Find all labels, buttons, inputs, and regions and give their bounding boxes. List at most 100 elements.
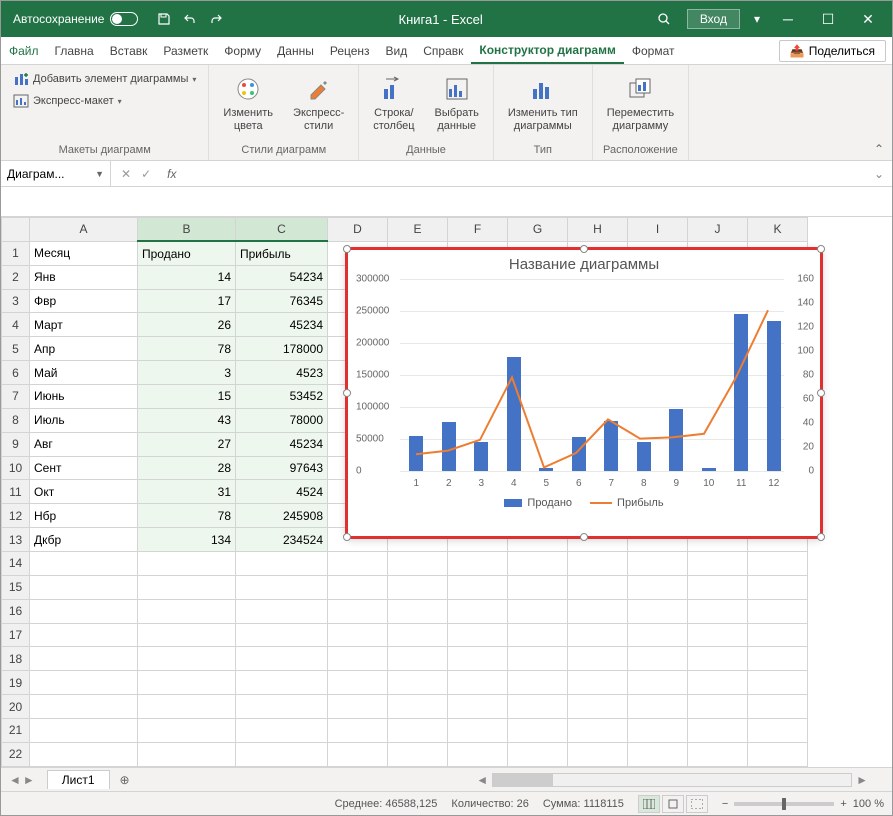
cell[interactable] (508, 575, 568, 599)
cell[interactable]: Прибыль (236, 241, 328, 265)
cell[interactable] (328, 623, 388, 647)
row-header[interactable]: 5 (2, 337, 30, 361)
cell[interactable] (328, 599, 388, 623)
cell[interactable]: 78 (138, 337, 236, 361)
cell[interactable] (328, 671, 388, 695)
cell[interactable]: Янв (30, 265, 138, 289)
chart-line[interactable] (400, 279, 784, 471)
cell[interactable]: Продано (138, 241, 236, 265)
tab-data[interactable]: Данны (269, 37, 322, 64)
ribbon-options-icon[interactable]: ▾ (746, 12, 768, 26)
cell[interactable] (30, 575, 138, 599)
cell[interactable] (688, 742, 748, 766)
close-button[interactable]: ✕ (848, 4, 888, 34)
cell[interactable]: Июль (30, 408, 138, 432)
resize-handle[interactable] (817, 389, 825, 397)
tab-help[interactable]: Справк (415, 37, 471, 64)
cell[interactable]: 4524 (236, 480, 328, 504)
cell[interactable]: 78000 (236, 408, 328, 432)
cell[interactable]: Нбр (30, 504, 138, 528)
autosave-toggle[interactable]: Автосохранение (5, 12, 146, 26)
cell[interactable]: 76345 (236, 289, 328, 313)
cell[interactable] (628, 719, 688, 743)
tab-layout[interactable]: Разметк (155, 37, 216, 64)
col-header[interactable]: J (688, 218, 748, 242)
cell[interactable] (138, 719, 236, 743)
cell[interactable] (748, 719, 808, 743)
col-header[interactable]: I (628, 218, 688, 242)
col-header[interactable]: F (448, 218, 508, 242)
expand-formula-icon[interactable]: ⌄ (866, 167, 892, 181)
row-header[interactable]: 18 (2, 647, 30, 671)
select-all-corner[interactable] (2, 218, 30, 242)
cell[interactable] (688, 623, 748, 647)
chart-object[interactable]: Название диаграммы 050000100000150000200… (345, 247, 823, 539)
search-icon[interactable] (647, 12, 681, 26)
row-header[interactable]: 9 (2, 432, 30, 456)
cell[interactable] (328, 552, 388, 576)
cell[interactable] (388, 575, 448, 599)
cell[interactable] (568, 575, 628, 599)
cell[interactable]: Май (30, 361, 138, 385)
cell[interactable] (236, 742, 328, 766)
cell[interactable] (688, 647, 748, 671)
view-page-layout-button[interactable] (662, 795, 684, 813)
add-chart-element-button[interactable]: Добавить элемент диаграммы ▾ (9, 69, 200, 89)
resize-handle[interactable] (817, 245, 825, 253)
cell[interactable] (30, 552, 138, 576)
cell[interactable] (748, 695, 808, 719)
cell[interactable]: Дкбр (30, 528, 138, 552)
row-header[interactable]: 15 (2, 575, 30, 599)
cell[interactable] (508, 647, 568, 671)
row-header[interactable]: 7 (2, 385, 30, 409)
cell[interactable] (328, 575, 388, 599)
cell[interactable] (236, 599, 328, 623)
cell[interactable] (236, 719, 328, 743)
minimize-button[interactable]: ─ (768, 4, 808, 34)
cell[interactable]: 43 (138, 408, 236, 432)
cell[interactable]: 45234 (236, 313, 328, 337)
cell[interactable] (138, 647, 236, 671)
cell[interactable] (568, 647, 628, 671)
cell[interactable]: 28 (138, 456, 236, 480)
cell[interactable] (30, 719, 138, 743)
cell[interactable] (628, 695, 688, 719)
row-header[interactable]: 12 (2, 504, 30, 528)
row-header[interactable]: 19 (2, 671, 30, 695)
save-icon[interactable] (156, 11, 172, 27)
horizontal-scrollbar[interactable] (492, 773, 852, 787)
tab-file[interactable]: Файл (1, 37, 47, 64)
cell[interactable] (388, 671, 448, 695)
cell[interactable] (448, 599, 508, 623)
cell[interactable] (388, 647, 448, 671)
cell[interactable]: Март (30, 313, 138, 337)
cell[interactable]: Июнь (30, 385, 138, 409)
cell[interactable] (30, 695, 138, 719)
cell[interactable] (236, 575, 328, 599)
cell[interactable] (236, 647, 328, 671)
col-header[interactable]: E (388, 218, 448, 242)
cell[interactable] (568, 552, 628, 576)
cell[interactable] (448, 719, 508, 743)
cell[interactable]: Апр (30, 337, 138, 361)
cell[interactable]: 26 (138, 313, 236, 337)
zoom-value[interactable]: 100 % (853, 798, 884, 810)
undo-icon[interactable] (182, 11, 198, 27)
cell[interactable] (508, 552, 568, 576)
cell[interactable]: 15 (138, 385, 236, 409)
cell[interactable]: Авг (30, 432, 138, 456)
cell[interactable] (328, 695, 388, 719)
cell[interactable] (568, 719, 628, 743)
tab-chart-design[interactable]: Конструктор диаграмм (471, 37, 623, 64)
express-layout-button[interactable]: Экспресс-макет ▾ (9, 91, 200, 111)
cell[interactable] (748, 599, 808, 623)
enter-icon[interactable]: ✓ (141, 167, 151, 181)
collapse-ribbon-icon[interactable]: ⌃ (866, 138, 892, 160)
cell[interactable] (236, 671, 328, 695)
cell[interactable]: 234524 (236, 528, 328, 552)
cell[interactable] (138, 742, 236, 766)
change-colors-button[interactable]: Изменить цвета (217, 69, 279, 137)
cell[interactable] (236, 623, 328, 647)
resize-handle[interactable] (343, 245, 351, 253)
move-chart-button[interactable]: Переместить диаграмму (601, 69, 680, 137)
